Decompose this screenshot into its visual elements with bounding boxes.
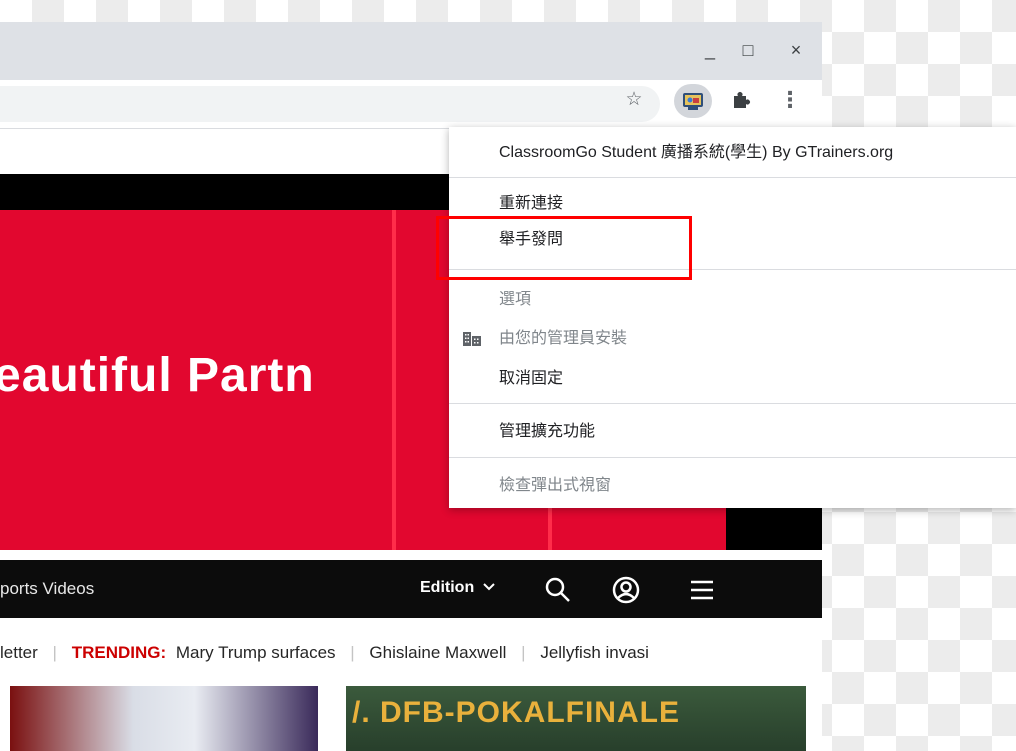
menu-item-manage-extensions[interactable]: 管理擴充功能 xyxy=(449,414,1016,450)
menu-item-unpin[interactable]: 取消固定 xyxy=(449,361,1016,397)
menu-divider xyxy=(449,177,1016,178)
divider: | xyxy=(521,642,526,662)
maximize-button[interactable]: □ xyxy=(734,36,762,64)
hero-accent-line xyxy=(392,210,396,550)
close-button[interactable]: × xyxy=(782,36,810,64)
menu-item-label: ClassroomGo Student 廣播系統(學生) By GTrainer… xyxy=(499,144,894,161)
menu-item-label: 由您的管理員安裝 xyxy=(499,330,628,347)
menu-divider xyxy=(449,403,1016,404)
trending-item[interactable]: letter xyxy=(0,643,38,663)
trending-item[interactable]: Mary Trump surfaces xyxy=(176,643,336,663)
menu-item-extension-name[interactable]: ClassroomGo Student 廣播系統(學生) By GTrainer… xyxy=(449,135,1016,171)
divider: | xyxy=(52,642,57,662)
menu-item-label: 取消固定 xyxy=(499,370,564,387)
menu-divider xyxy=(449,457,1016,458)
minimize-button[interactable]: _ xyxy=(696,36,724,64)
address-bar[interactable] xyxy=(0,86,660,122)
edition-dropdown[interactable]: Edition xyxy=(420,579,495,597)
highlight-annotation-box xyxy=(436,216,692,280)
edition-label: Edition xyxy=(420,579,475,596)
hero-headline: eautiful Partn xyxy=(0,349,315,402)
site-navbar: ports Videos Edition xyxy=(0,560,822,618)
kebab-menu-icon[interactable]: ⋮ xyxy=(776,86,804,114)
divider: | xyxy=(350,642,355,662)
menu-item-managed-by-admin: 由您的管理員安裝 xyxy=(449,321,1016,357)
search-icon[interactable] xyxy=(542,574,574,606)
building-icon xyxy=(463,332,481,346)
trending-label: TRENDING: xyxy=(71,642,167,662)
classroomgo-extension-icon xyxy=(683,93,703,110)
star-icon[interactable]: ☆ xyxy=(620,86,648,114)
puzzle-icon[interactable] xyxy=(726,86,754,114)
trending-item[interactable]: Jellyfish invasi xyxy=(540,643,649,663)
menu-item-label: 檢查彈出式視窗 xyxy=(499,477,612,494)
hamburger-menu-icon[interactable] xyxy=(686,574,718,606)
title-bar: _ □ × xyxy=(0,22,822,80)
menu-item-label: 選項 xyxy=(499,291,532,308)
story-thumbnail[interactable]: /. DFB-POKALFINALE xyxy=(346,686,806,751)
menu-item-label: 管理擴充功能 xyxy=(499,423,596,440)
menu-item-options: 選項 xyxy=(449,282,1016,318)
thumbnail-text: /. DFB-POKALFINALE xyxy=(352,696,680,729)
browser-toolbar: ☆ ⋮ xyxy=(0,80,822,129)
account-icon[interactable] xyxy=(610,574,642,606)
classroomgo-extension-button[interactable] xyxy=(674,84,712,118)
trending-bar: letter | TRENDING: Mary Trump surfaces |… xyxy=(0,642,822,678)
extension-context-menu: ClassroomGo Student 廣播系統(學生) By GTrainer… xyxy=(449,127,1016,508)
story-thumbnail[interactable] xyxy=(10,686,318,751)
menu-item-inspect-popup[interactable]: 檢查彈出式視窗 xyxy=(449,468,1016,504)
trending-item[interactable]: Ghislaine Maxwell xyxy=(369,643,506,663)
chevron-down-icon xyxy=(482,583,495,591)
nav-links[interactable]: ports Videos xyxy=(0,579,94,599)
